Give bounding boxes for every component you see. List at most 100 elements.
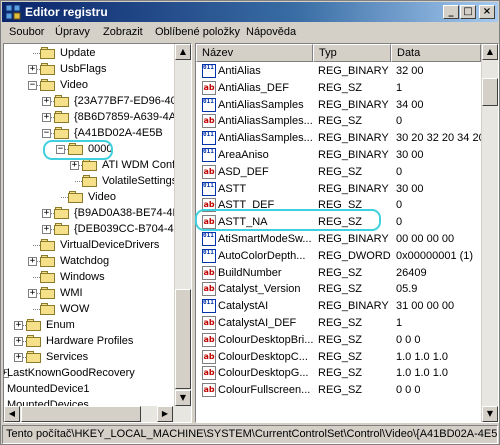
- tree-item[interactable]: +LastKnownGoodRecovery: [4, 365, 174, 381]
- tree-item[interactable]: WOW: [4, 301, 174, 317]
- value-row[interactable]: ab AntiAlias_DEF REG_SZ 1: [196, 80, 486, 96]
- value-row[interactable]: ab ColourDesktopBri... REG_SZ 0 0 0: [196, 332, 486, 348]
- folder-icon: [40, 47, 56, 60]
- value-row[interactable]: ab Catalyst_Version REG_SZ 05.9: [196, 281, 486, 297]
- tree-connector: [61, 197, 68, 198]
- tree-item[interactable]: + {B9AD0A38-BE74-4B57: [4, 205, 191, 221]
- expand-icon[interactable]: +: [28, 65, 37, 74]
- key-tree[interactable]: Update + UsbFlags − Video + {23A77BF7-ED96-40E…: [3, 43, 192, 423]
- tree-item[interactable]: + Watchdog: [4, 253, 174, 269]
- expand-icon[interactable]: +: [42, 209, 51, 218]
- tree-scroll-thumb[interactable]: [175, 289, 191, 389]
- values-vertical-scrollbar[interactable]: ▲ ▼: [481, 44, 498, 422]
- value-name: ASTT: [218, 182, 247, 195]
- collapse-icon[interactable]: −: [28, 81, 37, 90]
- title-bar[interactable]: Editor registru _ □ ×: [2, 2, 498, 22]
- expand-icon[interactable]: +: [42, 97, 51, 106]
- tree-item[interactable]: + {8B6D7859-A639-4A15: [4, 109, 188, 125]
- column-header-data[interactable]: Data: [391, 44, 481, 62]
- value-row[interactable]: ab AntiAliasSamples... REG_SZ 0: [196, 113, 486, 129]
- folder-icon: [68, 191, 84, 204]
- value-data: 0: [396, 165, 403, 178]
- expand-icon[interactable]: +: [42, 113, 51, 122]
- scroll-up-button[interactable]: ▲: [175, 44, 191, 60]
- minimize-button[interactable]: _: [443, 5, 459, 19]
- value-name: AreaAniso: [218, 149, 269, 161]
- folder-icon: [40, 255, 56, 268]
- value-row[interactable]: 011 110ASTT REG_BINARY 30 00: [196, 181, 486, 197]
- arrow-left-icon: ◀: [8, 409, 16, 418]
- value-type: REG_BINARY: [318, 182, 389, 195]
- tree-item[interactable]: − {A41BD02A-4E5B: [4, 125, 174, 141]
- expand-icon[interactable]: +: [28, 257, 37, 266]
- tree-item[interactable]: + Hardware Profiles: [4, 333, 174, 349]
- value-row[interactable]: 011 110AreaAniso REG_BINARY 30 00: [196, 147, 486, 163]
- folder-icon: [54, 223, 70, 236]
- expand-icon[interactable]: +: [70, 161, 79, 170]
- values-scroll-down-button[interactable]: ▼: [482, 406, 498, 422]
- tree-item[interactable]: VirtualDeviceDrivers: [4, 237, 174, 253]
- tree-item[interactable]: − Video: [4, 77, 174, 93]
- value-row[interactable]: ab ColourDesktopG... REG_SZ 1.0 1.0 1.0: [196, 365, 486, 381]
- tree-item-label: MountedDevice1: [7, 383, 90, 395]
- value-name: ColourDesktopC...: [218, 350, 308, 363]
- tree-item[interactable]: MountedDevice1: [4, 381, 174, 397]
- tree-item[interactable]: + UsbFlags: [4, 61, 174, 77]
- menu-oblibene[interactable]: Oblíbené položky: [155, 26, 240, 38]
- tree-item[interactable]: VolatileSettings: [4, 173, 177, 189]
- value-row[interactable]: ab ASD_DEF REG_SZ 0: [196, 164, 486, 180]
- maximize-button[interactable]: □: [460, 5, 476, 19]
- tree-connector: [33, 53, 40, 54]
- values-scroll-up-button[interactable]: ▲: [482, 44, 498, 60]
- tree-item-label: Enum: [46, 319, 75, 331]
- values-list[interactable]: Název Typ Data 011 110AntiAliasREG_BINAR…: [195, 43, 499, 423]
- expand-icon[interactable]: +: [14, 321, 23, 330]
- value-row[interactable]: 011 110CatalystAI REG_BINARY 31 00 00 00: [196, 298, 486, 314]
- tree-item[interactable]: + {DEB039CC-B704-4F53: [4, 221, 191, 237]
- tree-item[interactable]: + {23A77BF7-ED96-40E0: [4, 93, 190, 109]
- tree-item[interactable]: + Enum: [4, 317, 174, 333]
- value-row[interactable]: 011 110AntiAliasSamples REG_BINARY 34 00: [196, 97, 486, 113]
- value-type: REG_SZ: [318, 384, 363, 397]
- menu-zobrazit[interactable]: Zobrazit: [103, 26, 143, 38]
- value-row[interactable]: 011 110AtiSmartModeSw... REG_BINARY 00 00 …: [196, 231, 486, 247]
- tree-item[interactable]: + Services: [4, 349, 174, 365]
- binary-value-icon: 011 110: [202, 64, 216, 78]
- value-row[interactable]: ab CatalystAI_DEF REG_SZ 1: [196, 315, 486, 331]
- scroll-left-button[interactable]: ◀: [4, 406, 20, 422]
- expand-icon[interactable]: +: [28, 289, 37, 298]
- values-scroll-thumb[interactable]: [482, 78, 498, 106]
- value-row[interactable]: 011 110AntiAlias REG_BINARY 32 00: [196, 63, 486, 79]
- tree-horizontal-scrollbar[interactable]: ◀ ▶: [4, 406, 191, 422]
- tree-item[interactable]: Video: [4, 189, 174, 205]
- value-row[interactable]: ab BuildNumber REG_SZ 26409: [196, 265, 486, 281]
- collapse-icon[interactable]: −: [42, 129, 51, 138]
- column-header-name[interactable]: Název: [196, 44, 313, 62]
- folder-icon: [26, 335, 42, 348]
- scroll-down-button[interactable]: ▼: [175, 390, 191, 406]
- tree-hscroll-thumb[interactable]: [21, 406, 141, 422]
- value-row[interactable]: ab ColourDesktopC... REG_SZ 1.0 1.0 1.0: [196, 349, 486, 365]
- tree-item[interactable]: + WMI: [4, 285, 174, 301]
- tree-item[interactable]: Windows: [4, 269, 174, 285]
- folder-icon: [54, 207, 70, 220]
- minimize-icon: _: [448, 6, 454, 17]
- value-row[interactable]: 011 110AntiAliasSamples... REG_BINARY 30 2…: [196, 130, 486, 146]
- menu-upravy[interactable]: Úpravy: [55, 26, 90, 38]
- value-data: 31 00 00 00: [396, 300, 455, 313]
- scroll-right-button[interactable]: ▶: [157, 406, 173, 422]
- expand-icon[interactable]: +: [14, 353, 23, 362]
- column-header-type[interactable]: Typ: [313, 44, 391, 62]
- expand-icon[interactable]: +: [42, 225, 51, 234]
- tree-vertical-scrollbar[interactable]: ▲ ▼: [174, 44, 191, 406]
- tree-item[interactable]: Update: [4, 45, 174, 61]
- expand-icon[interactable]: +: [14, 337, 23, 346]
- binary-value-icon: 011 110: [202, 232, 216, 246]
- value-row[interactable]: ab ColourFullscreen... REG_SZ 0 0 0: [196, 382, 486, 398]
- value-name: ColourDesktopG...: [218, 367, 309, 380]
- value-row[interactable]: 011 110AutoColorDepth... REG_DWORD 0x00000…: [196, 248, 486, 264]
- folder-icon: [40, 239, 56, 252]
- close-button[interactable]: ×: [479, 5, 495, 19]
- menu-soubor[interactable]: Soubor: [9, 26, 44, 38]
- menu-napoveda[interactable]: Nápověda: [246, 26, 296, 38]
